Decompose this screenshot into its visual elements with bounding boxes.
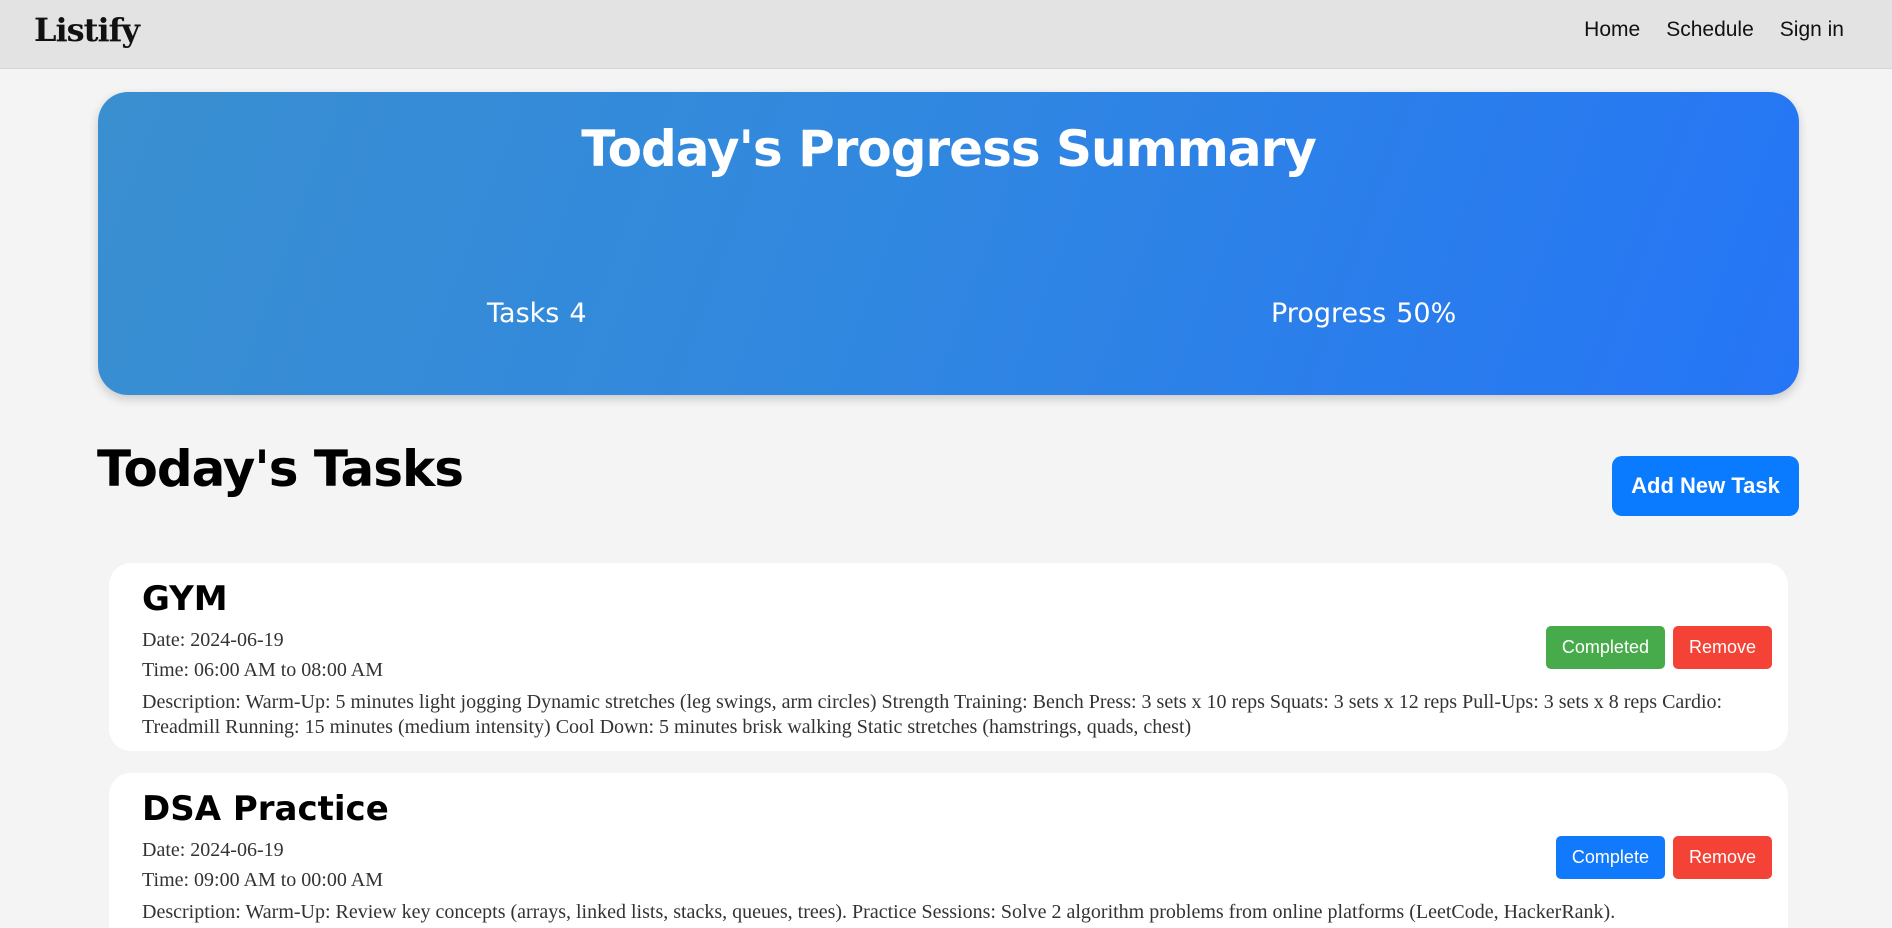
task-description: Description: Warm-Up: 5 minutes light jo… [142, 691, 1723, 738]
task-date: Date: 2024-06-19 [142, 629, 284, 651]
progress-label: Progress [1271, 298, 1387, 329]
nav-link-schedule[interactable]: Schedule [1666, 18, 1754, 42]
tasks-count-stat: Tasks 4 [487, 298, 587, 329]
tasks-count-label: Tasks [487, 298, 560, 329]
progress-stat: Progress 50% [1271, 298, 1456, 329]
remove-button[interactable]: Remove [1672, 626, 1772, 669]
tasks-count-value: 4 [569, 298, 587, 329]
task-actions: Completed Remove [1545, 626, 1772, 669]
task-card: DSA Practice Date: 2024-06-19 Time: 09:0… [109, 773, 1788, 928]
nav-link-home[interactable]: Home [1584, 18, 1640, 42]
progress-summary-title: Today's Progress Summary [581, 120, 1317, 178]
task-title: DSA Practice [142, 789, 389, 829]
task-actions: Complete Remove [1555, 836, 1772, 879]
nav-link-sign-in[interactable]: Sign in [1780, 18, 1844, 42]
task-date: Date: 2024-06-19 [142, 839, 284, 861]
add-new-task-button[interactable]: Add New Task [1612, 456, 1799, 516]
task-time: Time: 06:00 AM to 08:00 AM [142, 659, 383, 681]
tasks-section-title: Today's Tasks [97, 440, 464, 498]
task-title: GYM [142, 579, 228, 619]
task-card: GYM Date: 2024-06-19 Time: 06:00 AM to 0… [109, 563, 1788, 751]
completed-button[interactable]: Completed [1545, 626, 1665, 669]
brand-logo[interactable]: Listify [34, 8, 140, 52]
progress-value: 50% [1396, 298, 1457, 329]
task-time: Time: 09:00 AM to 00:00 AM [142, 869, 383, 891]
nav-links: Home Schedule Sign in [1584, 0, 1844, 60]
complete-button[interactable]: Complete [1555, 836, 1665, 879]
progress-summary-card: Today's Progress Summary Tasks 4 Progres… [98, 92, 1799, 395]
remove-button[interactable]: Remove [1672, 836, 1772, 879]
task-description: Description: Warm-Up: Review key concept… [142, 901, 1616, 923]
navbar: Listify Home Schedule Sign in [0, 0, 1892, 69]
